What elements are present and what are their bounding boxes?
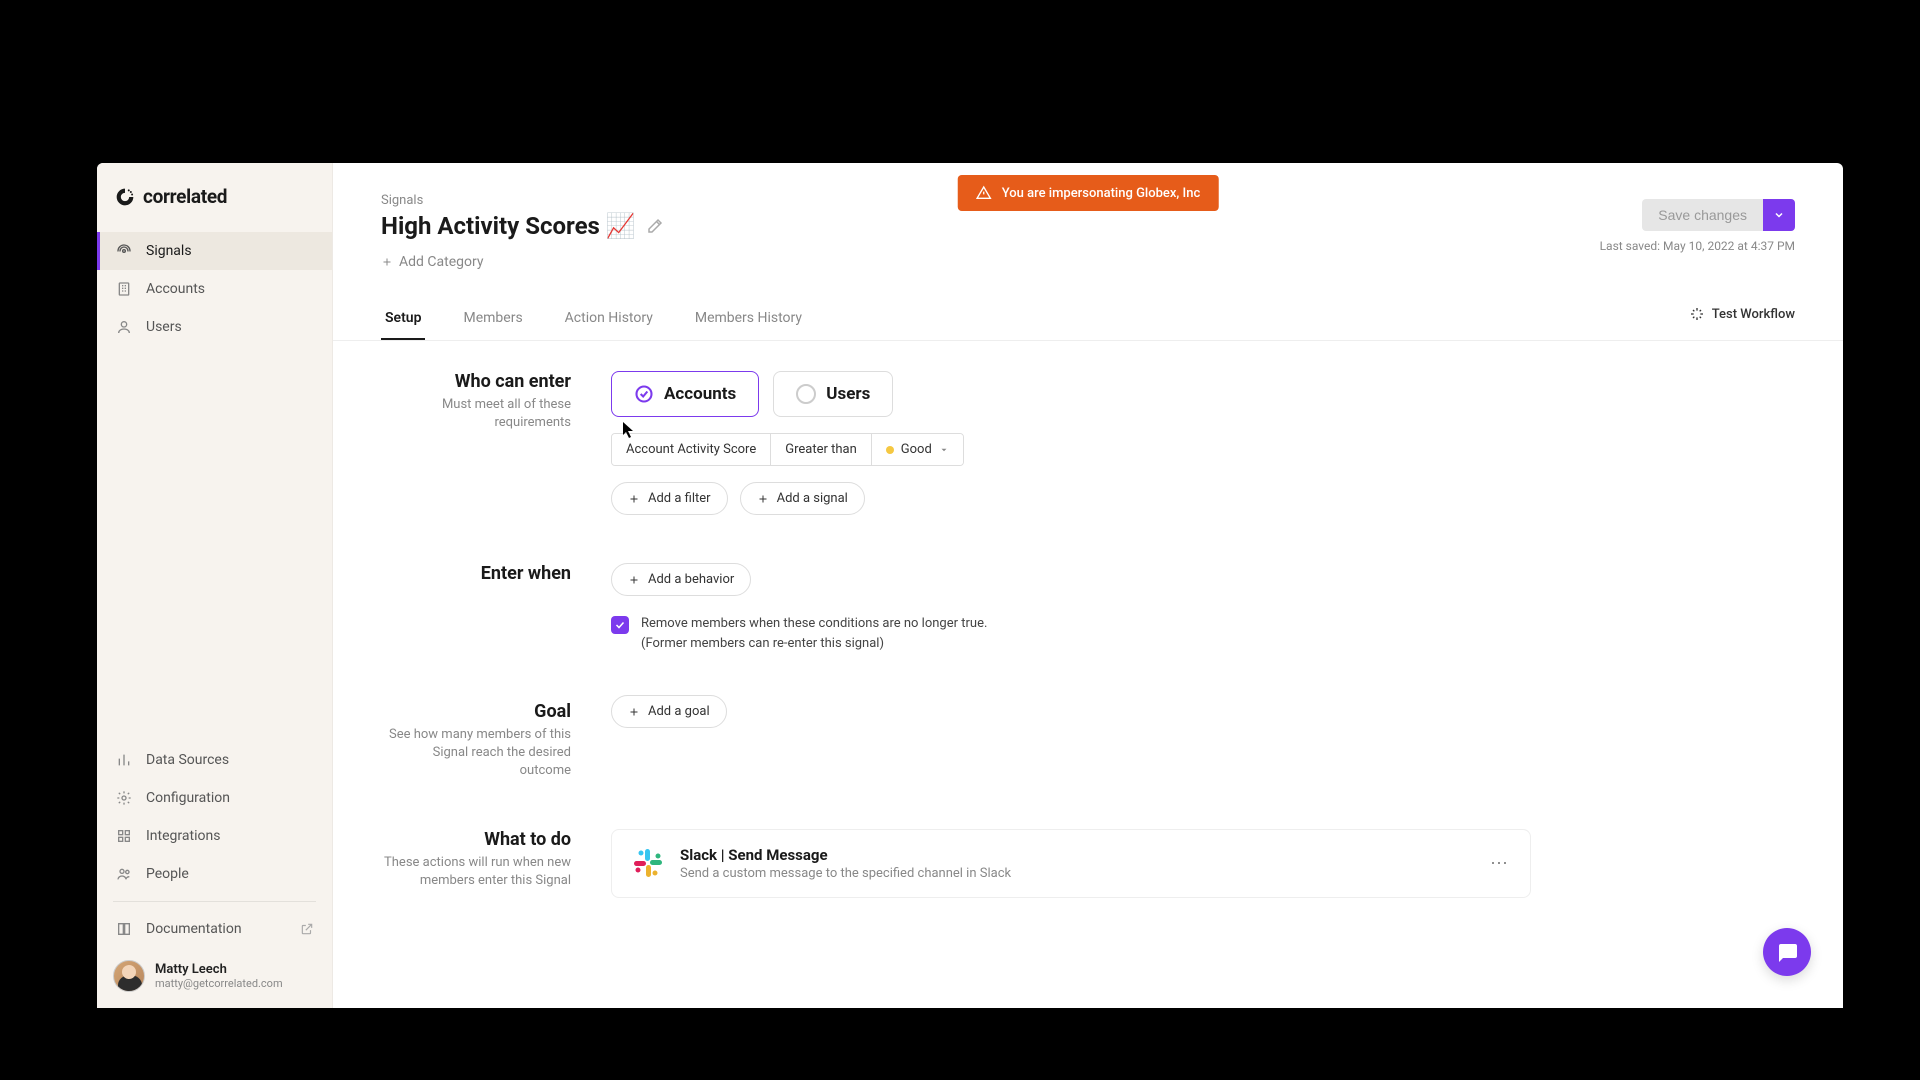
plus-icon: [381, 256, 393, 268]
app-window: correlated Signals Accounts Users: [97, 163, 1843, 1008]
user-name: Matty Leech: [155, 962, 283, 977]
impersonation-text: You are impersonating Globex, Inc: [1002, 186, 1201, 201]
status-dot-icon: [886, 446, 894, 454]
sidebar-item-documentation[interactable]: Documentation: [97, 910, 332, 948]
last-saved: Last saved: May 10, 2022 at 4:37 PM: [1600, 239, 1795, 253]
sidebar-item-signals[interactable]: Signals: [97, 232, 332, 270]
action-subtitle: Send a custom message to the specified c…: [680, 866, 1474, 881]
sidebar-item-label: People: [146, 866, 189, 882]
sidebar: correlated Signals Accounts Users: [97, 163, 333, 1008]
section-goal: Goal See how many members of this Signal…: [381, 701, 1795, 781]
filter-operator[interactable]: Greater than: [771, 434, 872, 465]
section-enter-when: Enter when Add a behavior: [381, 563, 1795, 653]
sparkle-icon: [1689, 306, 1705, 322]
user-email: matty@getcorrelated.com: [155, 977, 283, 990]
brand-name: correlated: [143, 185, 227, 208]
sidebar-item-label: Signals: [146, 243, 192, 259]
user-icon: [115, 318, 133, 336]
user-block[interactable]: Matty Leech matty@getcorrelated.com: [97, 948, 332, 1008]
brand-logo[interactable]: correlated: [97, 163, 332, 232]
page-title: High Activity Scores 📈: [381, 212, 636, 240]
sidebar-item-configuration[interactable]: Configuration: [97, 779, 332, 817]
section-title: Goal: [381, 701, 571, 722]
section-subtitle: Must meet all of these requirements: [381, 396, 571, 432]
add-goal-button[interactable]: Add a goal: [611, 695, 727, 728]
section-title: Enter when: [381, 563, 571, 584]
checkmark-icon: [614, 619, 626, 631]
sidebar-item-label: Accounts: [146, 281, 205, 297]
avatar: [113, 960, 145, 992]
add-behavior-button[interactable]: Add a behavior: [611, 563, 751, 596]
breadcrumb[interactable]: Signals: [381, 193, 664, 208]
checkbox-label: Remove members when these conditions are…: [641, 614, 987, 653]
sidebar-item-label: Configuration: [146, 790, 230, 806]
remove-members-checkbox[interactable]: [611, 616, 629, 634]
tab-members[interactable]: Members: [459, 298, 526, 340]
external-link-icon: [300, 922, 314, 936]
action-title: Slack | Send Message: [680, 846, 1474, 864]
filter-field[interactable]: Account Activity Score: [612, 434, 771, 465]
building-icon: [115, 280, 133, 298]
sidebar-item-label: Integrations: [146, 828, 220, 844]
check-circle-icon: [634, 384, 654, 404]
test-workflow-button[interactable]: Test Workflow: [1689, 306, 1795, 332]
sidebar-nav: Signals Accounts Users Data S: [97, 232, 332, 1008]
chat-icon: [1775, 940, 1799, 964]
tabs: Setup Members Action History Members His…: [381, 298, 806, 340]
content: Who can enter Must meet all of these req…: [333, 341, 1843, 1008]
signals-icon: [115, 242, 133, 260]
people-icon: [115, 865, 133, 883]
warning-icon: [976, 185, 992, 201]
sidebar-item-accounts[interactable]: Accounts: [97, 270, 332, 308]
bars-icon: [115, 751, 133, 769]
tab-members-history[interactable]: Members History: [691, 298, 806, 340]
tab-setup[interactable]: Setup: [381, 298, 425, 340]
logo-icon: [115, 187, 135, 207]
filter-value[interactable]: Good: [872, 434, 963, 465]
section-who-can-enter: Who can enter Must meet all of these req…: [381, 371, 1795, 515]
section-subtitle: These actions will run when new members …: [381, 854, 571, 890]
chat-fab[interactable]: [1763, 928, 1811, 976]
radio-icon: [796, 384, 816, 404]
sidebar-item-people[interactable]: People: [97, 855, 332, 893]
slack-icon: [632, 847, 664, 879]
add-signal-button[interactable]: Add a signal: [740, 482, 865, 515]
chevron-down-icon: [939, 445, 949, 455]
sidebar-item-integrations[interactable]: Integrations: [97, 817, 332, 855]
section-title: Who can enter: [381, 371, 571, 392]
sidebar-item-label: Documentation: [146, 921, 242, 937]
section-subtitle: See how many members of this Signal reac…: [381, 726, 571, 781]
main: You are impersonating Globex, Inc Signal…: [333, 163, 1843, 1008]
integrations-icon: [115, 827, 133, 845]
sidebar-item-label: Users: [146, 319, 182, 335]
add-filter-button[interactable]: Add a filter: [611, 482, 728, 515]
plus-icon: [628, 493, 640, 505]
section-title: What to do: [381, 829, 571, 850]
filter-condition: Account Activity Score Greater than Good: [611, 433, 964, 466]
save-dropdown-button[interactable]: [1763, 199, 1795, 231]
plus-icon: [628, 706, 640, 718]
sidebar-item-data-sources[interactable]: Data Sources: [97, 741, 332, 779]
sidebar-item-label: Data Sources: [146, 752, 229, 768]
save-button[interactable]: Save changes: [1642, 199, 1763, 231]
chevron-down-icon: [1773, 209, 1785, 221]
impersonation-banner[interactable]: You are impersonating Globex, Inc: [958, 175, 1219, 211]
sidebar-divider: [113, 901, 316, 902]
plus-icon: [628, 574, 640, 586]
section-what-to-do: What to do These actions will run when n…: [381, 829, 1795, 898]
book-icon: [115, 920, 133, 938]
action-card-slack[interactable]: Slack | Send Message Send a custom messa…: [611, 829, 1531, 898]
sidebar-bottom: Data Sources Configuration Integrations: [97, 741, 332, 1008]
tab-action-history[interactable]: Action History: [561, 298, 657, 340]
tabs-row: Setup Members Action History Members His…: [333, 298, 1843, 341]
edit-title-button[interactable]: [646, 217, 664, 235]
gear-icon: [115, 789, 133, 807]
entity-toggle-accounts[interactable]: Accounts: [611, 371, 759, 417]
add-category-button[interactable]: Add Category: [381, 254, 664, 270]
sidebar-item-users[interactable]: Users: [97, 308, 332, 346]
plus-icon: [757, 493, 769, 505]
entity-toggle-users[interactable]: Users: [773, 371, 893, 417]
action-more-button[interactable]: ⋯: [1490, 853, 1510, 874]
